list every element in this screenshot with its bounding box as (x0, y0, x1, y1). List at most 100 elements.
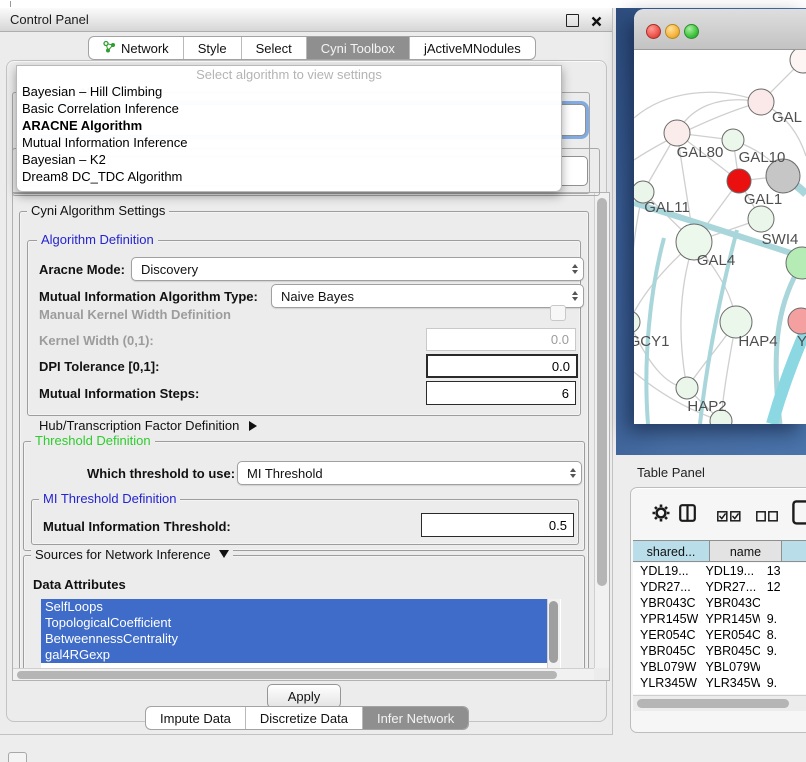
node-label-gal80: GAL80 (677, 144, 724, 161)
unchecked-pair-icon[interactable] (756, 509, 778, 527)
hub-definition-toggle[interactable]: Hub/Transcription Factor Definition (39, 418, 257, 433)
aracne-mode-combo[interactable]: Discovery (131, 257, 584, 281)
table-cell: YER054C (698, 627, 759, 643)
tab-impute-data[interactable]: Impute Data (146, 707, 245, 729)
sources-legend[interactable]: Sources for Network Inference (31, 547, 233, 562)
algorithm-popup-list: Bayesian – Hill ClimbingBasic Correlatio… (17, 83, 561, 185)
control-panel-titlebar[interactable]: Control Panel (0, 8, 612, 32)
table-row[interactable]: YBL079WYBL079W (633, 659, 806, 675)
data-attributes-list[interactable]: SelfLoopsTopologicalCoefficientBetweenne… (41, 599, 561, 668)
table-cell: YDR27... (698, 579, 759, 595)
algorithm-option-mutual-information-inference[interactable]: Mutual Information Inference (22, 134, 561, 151)
table-row[interactable]: YPR145WYPR145W9. (633, 611, 806, 627)
tab-jactivemnodules[interactable]: jActiveMNodules (409, 37, 535, 59)
algorithm-dropdown-popup[interactable]: Select algorithm to view settings Bayesi… (16, 65, 562, 192)
node-label-gcy1: GCY1 (634, 333, 669, 350)
threshold-definition-legend: Threshold Definition (31, 433, 155, 448)
manual-kernel-checkbox[interactable] (550, 305, 566, 321)
table-row[interactable]: YBR045CYBR045C9. (633, 643, 806, 659)
attr-list-scrollbar[interactable] (547, 599, 560, 668)
node-label-y: Y (797, 333, 806, 350)
network-view-window[interactable]: GALGAL80GAL10GAL1GAL11GAL4SWI4GCY1HAP4YH… (634, 9, 806, 424)
mi-threshold-field[interactable]: 0.5 (421, 513, 574, 537)
minimized-panel-icon[interactable] (8, 752, 27, 762)
algorithm-option-aracne-algorithm[interactable]: ARACNE Algorithm (22, 117, 561, 134)
network-icon (103, 40, 116, 56)
tab-network[interactable]: Network (89, 37, 183, 59)
tab-discretize-data[interactable]: Discretize Data (245, 707, 362, 729)
table-cell: 9. (760, 675, 806, 691)
table-row[interactable]: YIL052CYIL052C9 (633, 691, 806, 694)
node-label-hap2: HAP2 (687, 398, 726, 415)
algorithm-option-dream8-dc-tdc-algorithm[interactable]: Dream8 DC_TDC Algorithm (22, 168, 561, 185)
mac-minimize-button[interactable] (665, 24, 680, 39)
float-window-icon[interactable] (566, 14, 579, 27)
attribute-gal4rgexp[interactable]: gal4RGexp (41, 647, 548, 663)
network-node[interactable] (722, 129, 744, 151)
table-cell: YPR145W (698, 611, 759, 627)
settings-horizontal-scrollbar[interactable] (13, 668, 594, 681)
network-node-gal80[interactable] (664, 120, 690, 146)
column-header-shared[interactable]: shared... (633, 540, 710, 562)
tab-select[interactable]: Select (241, 37, 306, 59)
table-panel: shared...nameA YDL19...YDL19...13YDR27..… (630, 487, 806, 733)
kernel-width-label: Kernel Width (0,1): (39, 333, 154, 348)
mi-type-combo[interactable]: Naive Bayes (271, 284, 584, 308)
node-label-hap4: HAP4 (738, 333, 777, 350)
split-columns-icon[interactable] (679, 504, 696, 527)
expand-right-icon (249, 421, 257, 431)
settings-vertical-scrollbar[interactable] (594, 193, 609, 668)
column-header-name[interactable]: name (710, 540, 782, 562)
kernel-width-field[interactable]: 0.0 (426, 328, 576, 351)
table-row[interactable]: YDL19...YDL19...13 (633, 563, 806, 579)
network-graph[interactable]: GALGAL80GAL10GAL1GAL11GAL4SWI4GCY1HAP4YH… (634, 50, 806, 424)
top-strip-tick (10, 1, 11, 7)
mi-steps-field[interactable]: 6 (426, 381, 576, 405)
table-horizontal-scrollbar[interactable] (633, 695, 806, 711)
algorithm-definition-legend: Algorithm Definition (37, 232, 158, 247)
attribute-topologicalcoefficient[interactable]: TopologicalCoefficient (41, 615, 548, 631)
network-node[interactable] (790, 50, 806, 73)
attribute-selfloops[interactable]: SelfLoops (41, 599, 548, 615)
table-row[interactable]: YBR043CYBR043C (633, 595, 806, 611)
table-cell: 8. (760, 627, 806, 643)
checked-pair-icon[interactable] (717, 509, 741, 527)
tab-cyni-toolbox[interactable]: Cyni Toolbox (306, 37, 409, 59)
algorithm-option-basic-correlation-inference[interactable]: Basic Correlation Inference (22, 100, 561, 117)
dpi-tolerance-field[interactable]: 0.0 (426, 354, 578, 378)
column-header-a[interactable]: A (782, 540, 806, 562)
network-node-gal[interactable] (748, 89, 774, 115)
which-threshold-combo[interactable]: MI Threshold (237, 461, 582, 485)
gear-icon[interactable] (651, 503, 671, 528)
tab-infer-network[interactable]: Infer Network (362, 707, 468, 729)
file-icon[interactable] (792, 500, 806, 526)
network-node-gal1[interactable] (727, 169, 751, 193)
table-row[interactable]: YLR345WYLR345W9. (633, 675, 806, 691)
table-row[interactable]: YDR27...YDR27...12 (633, 579, 806, 595)
table-panel-title: Table Panel (637, 465, 705, 480)
table-cell (760, 659, 806, 675)
attribute-betweennesscentrality[interactable]: BetweennessCentrality (41, 631, 548, 647)
network-node[interactable] (748, 206, 774, 232)
mac-zoom-button[interactable] (684, 24, 699, 39)
table-row[interactable]: YER054CYER054C8. (633, 627, 806, 643)
tab-style[interactable]: Style (183, 37, 241, 59)
mi-steps-label: Mutual Information Steps: (39, 386, 199, 401)
table-cell: YER054C (633, 627, 698, 643)
close-icon[interactable] (591, 14, 602, 25)
network-node-hap2[interactable] (676, 377, 698, 399)
settings-scrollpane: Cyni Algorithm Settings Algorithm Defini… (12, 192, 610, 681)
dpi-tolerance-label: DPI Tolerance [0,1]: (39, 359, 159, 374)
table-cell: YBR043C (698, 595, 759, 611)
mac-close-button[interactable] (646, 24, 661, 39)
network-node-y[interactable] (788, 308, 806, 334)
screen: Control Panel NetworkStyleSelectCyni Too… (0, 0, 806, 762)
combo-arrows-icon (572, 264, 578, 274)
apply-button[interactable]: Apply (267, 684, 341, 708)
algorithm-option-bayesian-k2[interactable]: Bayesian – K2 (22, 151, 561, 168)
network-window-titlebar[interactable] (634, 9, 806, 50)
table-cell: 13 (760, 563, 806, 579)
network-node-gcy1[interactable] (634, 311, 640, 333)
table-cell: 12 (760, 579, 806, 595)
algorithm-option-bayesian-hill-climbing[interactable]: Bayesian – Hill Climbing (22, 83, 561, 100)
